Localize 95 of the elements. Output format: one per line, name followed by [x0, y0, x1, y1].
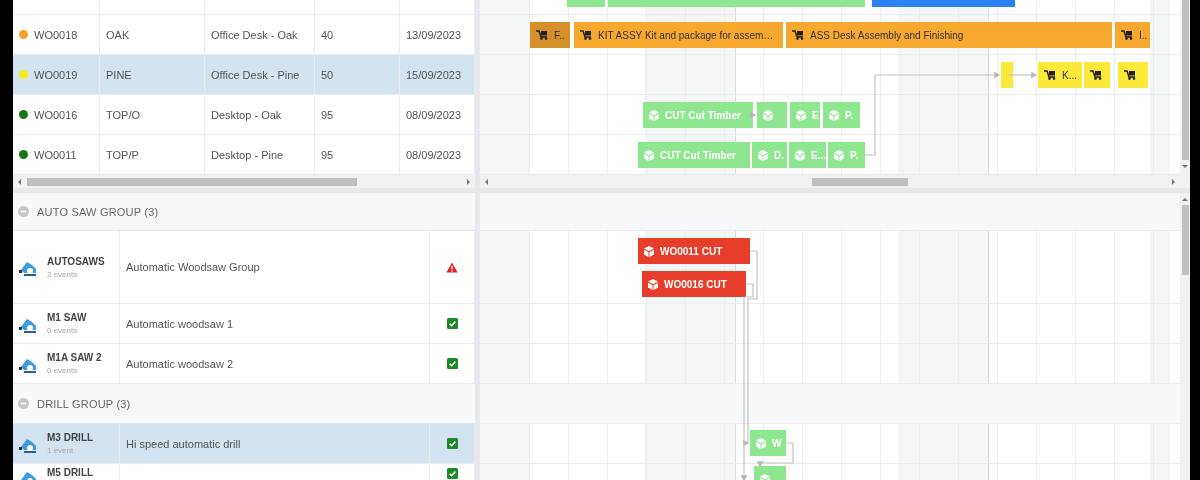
left-arrow-icon[interactable]	[485, 179, 488, 185]
product-description: Desktop - Pine	[211, 148, 284, 161]
cart-icon	[536, 30, 548, 40]
task-bar[interactable]	[1084, 62, 1110, 88]
order-id: WO0018	[34, 28, 78, 41]
table-row[interactable]: M3 DRILL 1 event Hi speed automatic drill	[13, 424, 475, 464]
task-bar[interactable]: KIT ASSY Kit and package for assem…	[574, 22, 783, 48]
up-arrow-icon[interactable]	[1182, 198, 1188, 201]
scrollbar[interactable]	[1180, 193, 1190, 480]
right-arrow-icon[interactable]	[467, 179, 470, 185]
due-date: 08/09/2023	[406, 108, 462, 121]
order-id: WO0011	[34, 148, 77, 161]
check-icon	[446, 358, 458, 369]
cube-icon	[648, 278, 658, 290]
splitter[interactable]	[475, 193, 480, 480]
scrollbar-thumb[interactable]	[812, 178, 908, 186]
cart-icon	[1124, 70, 1136, 80]
quantity: 40	[321, 28, 334, 41]
connector-line	[750, 111, 757, 119]
table-row[interactable]: WO0016 TOP/O Desktop - Oak 95 08/09/2023	[13, 95, 475, 135]
down-arrow-icon[interactable]	[1182, 165, 1188, 168]
resource-description: Automatic woodsaw 2	[126, 357, 233, 370]
task-bar[interactable]: WO0011 CUT	[638, 238, 750, 264]
product-code: TOP/P	[106, 148, 139, 161]
resource-name: M1 SAW	[47, 312, 87, 323]
table-row[interactable]: WO0019 PINE Office Desk - Pine 50 15/09/2023	[13, 55, 475, 95]
collapse-icon[interactable]	[18, 206, 29, 217]
task-bar[interactable]: F..	[530, 22, 570, 48]
scrollbar-thumb[interactable]	[27, 178, 357, 186]
cart-icon	[580, 30, 592, 40]
table-row[interactable]: WO0018 OAK Office Desk - Oak 40 13/09/2023	[13, 15, 475, 55]
cube-icon	[756, 437, 766, 449]
quantity: 95	[321, 108, 334, 121]
task-bar[interactable]	[1118, 62, 1148, 88]
cube-icon	[758, 149, 768, 161]
resource-description: Automatic Woodsaw Group	[126, 261, 260, 273]
event-count: 0 events	[47, 366, 79, 375]
order-id: WO0019	[34, 68, 78, 81]
connector-line	[1007, 71, 1038, 79]
table-row[interactable]: M1A SAW 2 0 events Automatic woodsaw 2	[13, 344, 475, 384]
due-date: 08/09/2023	[406, 148, 462, 161]
event-count: 0 events	[47, 326, 79, 335]
resource-description: Hi speed automatic drill	[126, 437, 241, 450]
cube-icon	[795, 149, 805, 161]
scrollbar[interactable]	[13, 175, 475, 188]
group-title: DRILL GROUP (3)	[37, 397, 131, 410]
task-bar[interactable]: I..	[1115, 22, 1150, 48]
check-icon	[446, 468, 458, 479]
cart-icon	[1121, 30, 1133, 40]
scrollbar-thumb[interactable]	[1182, 205, 1189, 275]
resource-name: M1A SAW 2	[47, 352, 102, 363]
scrollbar[interactable]	[480, 175, 1180, 188]
resource-name: M5 DRILL	[47, 467, 94, 478]
right-arrow-icon[interactable]	[1172, 179, 1175, 185]
table-row[interactable]: WO0011 TOP/P Desktop - Pine 95 08/09/2023	[13, 135, 475, 175]
cube-icon	[796, 109, 806, 121]
cube-icon	[649, 109, 659, 121]
cart-icon	[792, 30, 804, 40]
product-code: OAK	[106, 28, 130, 41]
order-id: WO0016	[34, 108, 78, 121]
event-count: 1 event	[47, 446, 75, 455]
product-code: TOP/O	[106, 108, 141, 121]
cart-icon	[1090, 70, 1102, 80]
warning-icon	[446, 261, 458, 273]
due-date: 13/09/2023	[406, 28, 462, 41]
due-date: 15/09/2023	[406, 68, 462, 81]
splitter[interactable]	[475, 0, 480, 188]
cube-icon	[829, 109, 839, 121]
group-title: AUTO SAW GROUP (3)	[37, 205, 159, 218]
cube-icon	[763, 109, 773, 121]
cart-icon	[1044, 70, 1056, 80]
cube-icon	[644, 245, 654, 257]
cube-icon	[644, 149, 654, 161]
product-code: PINE	[106, 68, 132, 81]
scrollbar[interactable]	[1180, 0, 1190, 188]
resource-description: Automatic woodsaw 1	[126, 317, 233, 330]
table-row[interactable]: AUTOSAWS 2 events Automatic Woodsaw Group	[13, 231, 475, 304]
scrollbar-thumb[interactable]	[1182, 0, 1189, 160]
task-bar[interactable]: ASS Desk Assembly and Finishing	[786, 22, 1112, 48]
product-description: Office Desk - Oak	[211, 28, 298, 41]
product-description: Desktop - Oak	[211, 108, 282, 121]
table-row[interactable]: M1 SAW 0 events Automatic woodsaw 1	[13, 304, 475, 344]
quantity: 95	[321, 148, 334, 161]
product-description: Office Desk - Pine	[211, 68, 300, 81]
task-bar[interactable]: K...	[1038, 62, 1082, 88]
event-count: 2 events	[47, 269, 79, 279]
task-bar[interactable]: WO0016 CUT	[642, 271, 746, 297]
check-icon	[446, 318, 458, 329]
quantity: 50	[321, 68, 334, 81]
cube-icon	[834, 149, 844, 161]
left-arrow-icon[interactable]	[18, 179, 21, 185]
collapse-icon[interactable]	[18, 398, 29, 409]
check-icon	[446, 438, 458, 449]
resource-name: M3 DRILL	[47, 432, 94, 443]
resource-name: AUTOSAWS	[47, 255, 105, 267]
